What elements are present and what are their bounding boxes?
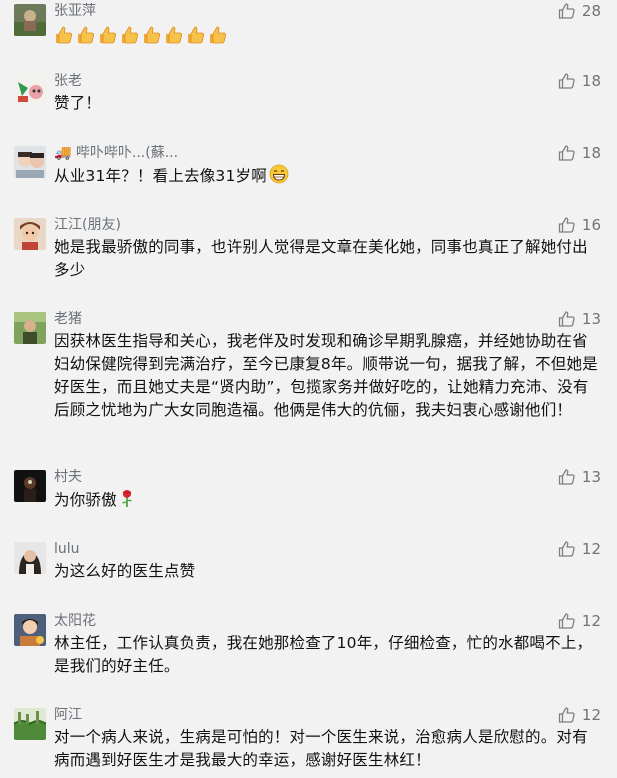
thumbs-up-icon [558,468,576,486]
avatar[interactable] [14,312,46,344]
thumbs-up-emoji [144,26,161,43]
grinning-face-emoji [269,164,289,184]
comment-text: 从业31年？！看上去像31岁啊 [54,164,602,188]
like-button[interactable]: 16 [558,215,601,235]
thumbs-up-emoji [166,26,183,43]
thumbs-up-icon [558,2,576,20]
comment-text: 因获林医生指导和关心，我老伴及时发现和确诊早期乳腺癌，并经她协助在省妇幼保健院得… [54,332,598,419]
avatar[interactable] [14,470,46,502]
avatar[interactable] [14,708,46,740]
like-count: 12 [581,612,601,630]
commenter-name[interactable]: lulu [54,540,80,558]
thumbs-up-icon [558,216,576,234]
commenter-name[interactable]: 🚚 哔卟哔卟...(蘇... [54,144,178,162]
comment-item: 江江(朋友) 16 她是我最骄傲的同事，也许别人觉得是文章在美化她，同事也真正了… [0,216,617,298]
like-count: 16 [581,216,601,234]
comment-text [54,23,602,46]
thumbs-up-icon [558,612,576,630]
comment-item: 张老 18 赞了！ [0,72,617,132]
avatar[interactable] [14,146,46,178]
like-button[interactable]: 13 [558,467,601,487]
commenter-name[interactable]: 江江(朋友) [54,216,121,234]
like-count: 18 [581,72,601,90]
commenter-name[interactable]: 张老 [54,72,82,90]
comment-text-body: 为你骄傲 [54,491,117,509]
like-count: 12 [581,706,601,724]
comment-text: 对一个病人来说，生病是可怕的！对一个医生来说，治愈病人是欣慰的。对有病而遇到好医… [54,728,588,769]
commenter-name[interactable]: 村夫 [54,468,82,486]
comment-item: 阿江 12 对一个病人来说，生病是可怕的！对一个医生来说，治愈病人是欣慰的。对有… [0,706,617,778]
like-count: 13 [581,468,601,486]
like-count: 28 [581,2,601,20]
thumbs-up-icon [558,310,576,328]
comment-item: 村夫 13 为你骄傲 [0,468,617,528]
like-button[interactable]: 28 [558,1,601,21]
like-count: 18 [581,144,601,162]
avatar[interactable] [14,614,46,646]
thumbs-up-emoji [78,26,95,43]
rose-emoji [121,490,132,507]
like-button[interactable]: 13 [558,309,601,329]
commenter-name[interactable]: 张亚萍 [54,2,96,20]
comment-item: 🚚 哔卟哔卟...(蘇... 18 从业31年？！看上去像31岁啊 [0,144,617,204]
comment-item: 太阳花 12 林主任，工作认真负责，我在她那检查了10年，仔细检查，忙的水都喝不… [0,612,617,694]
like-count: 12 [581,540,601,558]
thumbs-up-emoji [188,26,205,43]
comment-list: 张亚萍 28 张老 18 赞了！ 🚚 哔卟哔卟...(蘇... 18 从业31年… [0,0,617,778]
like-button[interactable]: 12 [558,611,601,631]
like-button[interactable]: 18 [558,71,601,91]
comment-item: 老猪 13 因获林医生指导和关心，我老伴及时发现和确诊早期乳腺癌，并经她协助在省… [0,310,617,460]
thumbs-up-emoji [122,26,139,43]
comment-item: 张亚萍 28 [0,0,617,64]
thumbs-up-icon [558,72,576,90]
thumbs-up-icon [558,540,576,558]
comment-text: 林主任，工作认真负责，我在她那检查了10年，仔细检查，忙的水都喝不上，是我们的好… [54,634,593,675]
like-button[interactable]: 12 [558,705,601,725]
like-button[interactable]: 12 [558,539,601,559]
like-count: 13 [581,310,601,328]
comment-item: lulu 12 为这么好的医生点赞 [0,540,617,600]
thumbs-up-icon [558,144,576,162]
avatar[interactable] [14,542,46,574]
commenter-name[interactable]: 阿江 [54,706,82,724]
comment-text-body: 从业31年？！看上去像31岁啊 [54,167,267,185]
commenter-name[interactable]: 太阳花 [54,612,96,630]
thumbs-up-icon [558,706,576,724]
avatar[interactable] [14,74,46,106]
like-button[interactable]: 18 [558,143,601,163]
thumbs-up-emoji [210,26,227,43]
commenter-name[interactable]: 老猪 [54,310,82,328]
thumbs-up-emoji [100,26,117,43]
avatar[interactable] [14,218,46,250]
comment-text: 为这么好的医生点赞 [54,562,196,580]
comment-text: 赞了！ [54,94,102,112]
avatar[interactable] [14,4,46,36]
comment-text: 她是我最骄傲的同事，也许别人觉得是文章在美化她，同事也真正了解她付出多少 [54,238,588,279]
thumbs-up-emoji [56,26,73,43]
thumbs-up-emoji-row [54,25,228,45]
comment-text: 为你骄傲 [54,488,602,512]
